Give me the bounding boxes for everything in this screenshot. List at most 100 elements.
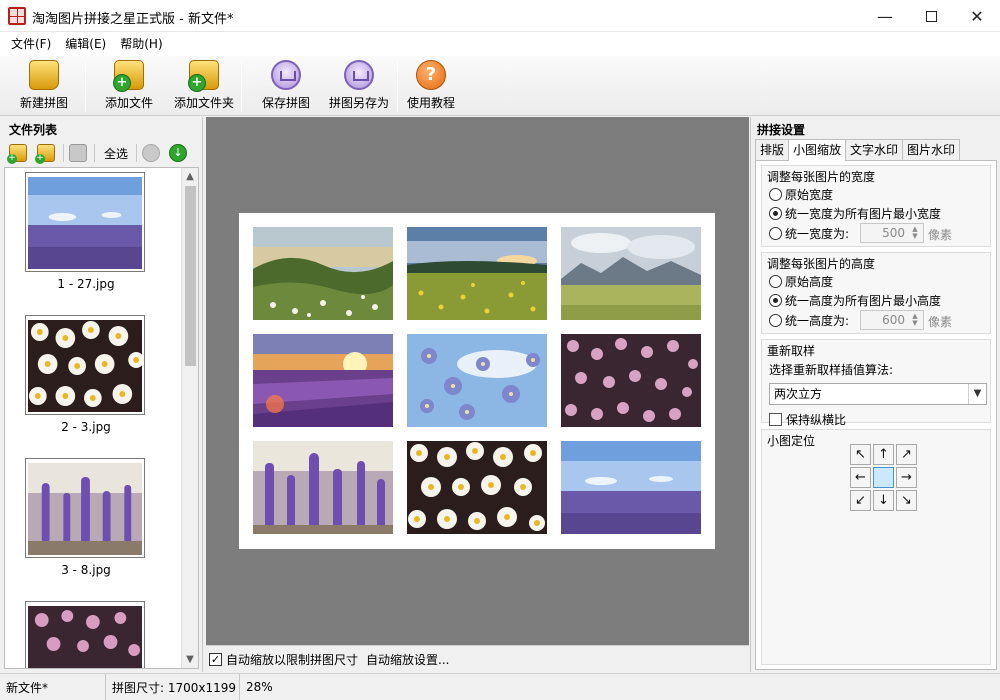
auto-scale-settings-link[interactable]: 自动缩放设置... xyxy=(366,651,449,668)
thumbnail xyxy=(25,172,145,272)
list-item[interactable] xyxy=(25,601,147,668)
thumbnail xyxy=(25,458,145,558)
option-label: 统一宽度为: xyxy=(785,227,850,241)
thumbnail xyxy=(25,601,145,668)
list-item[interactable]: 2 - 3.jpg xyxy=(25,315,147,434)
collage-tile[interactable] xyxy=(253,441,393,534)
add-file-icon xyxy=(113,60,144,92)
anchor-left-button[interactable]: ← xyxy=(850,467,871,488)
collage-tile[interactable] xyxy=(561,441,701,534)
new-document-icon xyxy=(29,60,59,90)
stepper-arrows-icon[interactable]: ▲ ▼ xyxy=(909,313,921,327)
menu-help[interactable]: 帮助(H) xyxy=(113,32,169,56)
collage-tile[interactable] xyxy=(407,441,547,534)
anchor-bottom-right-button[interactable]: ↘ xyxy=(896,490,917,511)
maximize-button[interactable] xyxy=(908,0,954,32)
anchor-top-left-button[interactable]: ↖ xyxy=(850,444,871,465)
width-group-title: 调整每张图片的宽度 xyxy=(767,170,876,184)
anchor-bottom-left-button[interactable]: ↙ xyxy=(850,490,871,511)
move-down-button[interactable]: ↓ xyxy=(168,142,188,164)
resample-algo-select[interactable]: 两次立方 ▼ xyxy=(769,383,987,405)
collage-canvas[interactable] xyxy=(206,117,749,645)
auto-scale-checkbox[interactable]: ✓ xyxy=(209,652,222,666)
file-name: 1 - 27.jpg xyxy=(57,277,115,291)
toolbar: 新建拼图 添加文件 添加文件夹 保存拼图 拼图另存为 ? 使用教程 xyxy=(0,56,1000,116)
scroll-up-arrow-icon[interactable]: ▲ xyxy=(182,168,198,185)
auto-scale-label[interactable]: 自动缩放以限制拼图尺寸 xyxy=(226,651,358,668)
radio-button[interactable] xyxy=(769,188,782,201)
menu-edit[interactable]: 编辑(E) xyxy=(58,32,113,56)
radio-button[interactable] xyxy=(769,207,782,220)
collage-tile[interactable] xyxy=(253,334,393,427)
new-collage-button[interactable]: 新建拼图 xyxy=(16,60,72,114)
remove-file-button[interactable] xyxy=(68,142,88,164)
collage-tile[interactable] xyxy=(407,227,547,320)
min-width-option[interactable]: 统一宽度为所有图片最小宽度 xyxy=(769,205,941,222)
anchor-center-button[interactable] xyxy=(873,467,894,488)
toolbar-separator xyxy=(85,62,86,112)
collage-tile[interactable] xyxy=(253,227,393,320)
settings-title: 拼接设置 xyxy=(757,123,806,137)
keep-ratio-checkbox[interactable] xyxy=(769,413,782,426)
radio-button[interactable] xyxy=(769,294,782,307)
file-name: 2 - 3.jpg xyxy=(61,420,111,434)
tab-image-watermark[interactable]: 图片水印 xyxy=(902,139,961,160)
width-stepper[interactable]: 500 ▲ ▼ xyxy=(860,223,924,243)
height-stepper[interactable]: 600 ▲ ▼ xyxy=(860,310,924,330)
fixed-height-option[interactable]: 统一高度为: xyxy=(769,312,849,329)
minimize-button[interactable]: — xyxy=(862,0,908,32)
collage-tile[interactable] xyxy=(561,334,701,427)
anchor-bottom-button[interactable]: ↓ xyxy=(873,490,894,511)
menu-file[interactable]: 文件(F) xyxy=(4,32,58,56)
collage-tile[interactable] xyxy=(407,334,547,427)
tab-text-watermark[interactable]: 文字水印 xyxy=(845,139,904,160)
add-file-small-button[interactable] xyxy=(7,142,28,164)
move-up-icon xyxy=(142,144,160,162)
anchor-top-button[interactable]: ↑ xyxy=(873,444,894,465)
save-collage-label: 保存拼图 xyxy=(261,96,310,110)
thumbnail xyxy=(25,315,145,415)
status-bar: 新文件* 拼图尺寸: 1700x1199 28% xyxy=(0,673,1000,700)
canvas-footer: ✓ 自动缩放以限制拼图尺寸 自动缩放设置... xyxy=(206,645,749,672)
add-folder-button[interactable]: 添加文件夹 xyxy=(172,60,236,114)
menu-bar: 文件(F) 编辑(E) 帮助(H) xyxy=(0,32,1000,56)
settings-panel: 拼接设置 排版 小图缩放 文字水印 图片水印 调整每张图片的宽度 原始宽度 统一… xyxy=(750,117,1000,672)
toolbar-separator xyxy=(94,144,95,162)
min-height-option[interactable]: 统一高度为所有图片最小高度 xyxy=(769,292,941,309)
keep-ratio-label: 保持纵横比 xyxy=(786,413,847,427)
file-list[interactable]: 1 - 27.jpg 2 - 3.jpg 3 - 8.jpg ▲ ▼ xyxy=(4,167,199,669)
width-unit: 像素 xyxy=(928,228,953,242)
list-item[interactable]: 1 - 27.jpg xyxy=(25,172,147,291)
save-collage-as-button[interactable]: 拼图另存为 xyxy=(327,60,391,114)
chevron-down-icon[interactable]: ▼ xyxy=(968,384,986,404)
radio-button[interactable] xyxy=(769,275,782,288)
close-button[interactable]: ✕ xyxy=(954,0,1000,32)
scroll-down-arrow-icon[interactable]: ▼ xyxy=(182,651,198,668)
radio-button[interactable] xyxy=(769,314,782,327)
height-group: 调整每张图片的高度 原始高度 统一高度为所有图片最小高度 统一高度为: 600 … xyxy=(761,252,991,334)
list-item[interactable]: 3 - 8.jpg xyxy=(25,458,147,577)
stepper-arrows-icon[interactable]: ▲ ▼ xyxy=(909,226,921,240)
add-folder-small-button[interactable] xyxy=(35,142,57,164)
original-width-option[interactable]: 原始宽度 xyxy=(769,186,833,203)
fixed-width-option[interactable]: 统一宽度为: xyxy=(769,225,849,242)
original-height-option[interactable]: 原始高度 xyxy=(769,273,833,290)
add-file-button[interactable]: 添加文件 xyxy=(101,60,157,114)
tab-layout[interactable]: 排版 xyxy=(755,139,790,160)
select-all-button[interactable]: 全选 xyxy=(99,142,133,164)
radio-button[interactable] xyxy=(769,227,782,240)
keep-ratio-option[interactable]: 保持纵横比 xyxy=(769,411,846,428)
collage-preview[interactable] xyxy=(239,213,715,549)
scrollbar-thumb[interactable] xyxy=(185,186,196,366)
move-up-button[interactable] xyxy=(141,142,161,164)
file-list-scrollbar[interactable]: ▲ ▼ xyxy=(181,168,198,668)
resample-group-title: 重新取样 xyxy=(767,344,816,358)
save-collage-button[interactable]: 保存拼图 xyxy=(258,60,314,114)
tab-thumbnail-scale[interactable]: 小图缩放 xyxy=(788,139,847,161)
collage-tile[interactable] xyxy=(561,227,701,320)
save-as-icon xyxy=(344,60,374,90)
new-collage-label: 新建拼图 xyxy=(19,96,68,110)
anchor-top-right-button[interactable]: ↗ xyxy=(896,444,917,465)
anchor-right-button[interactable]: → xyxy=(896,467,917,488)
tutorial-button[interactable]: ? 使用教程 xyxy=(403,60,459,114)
